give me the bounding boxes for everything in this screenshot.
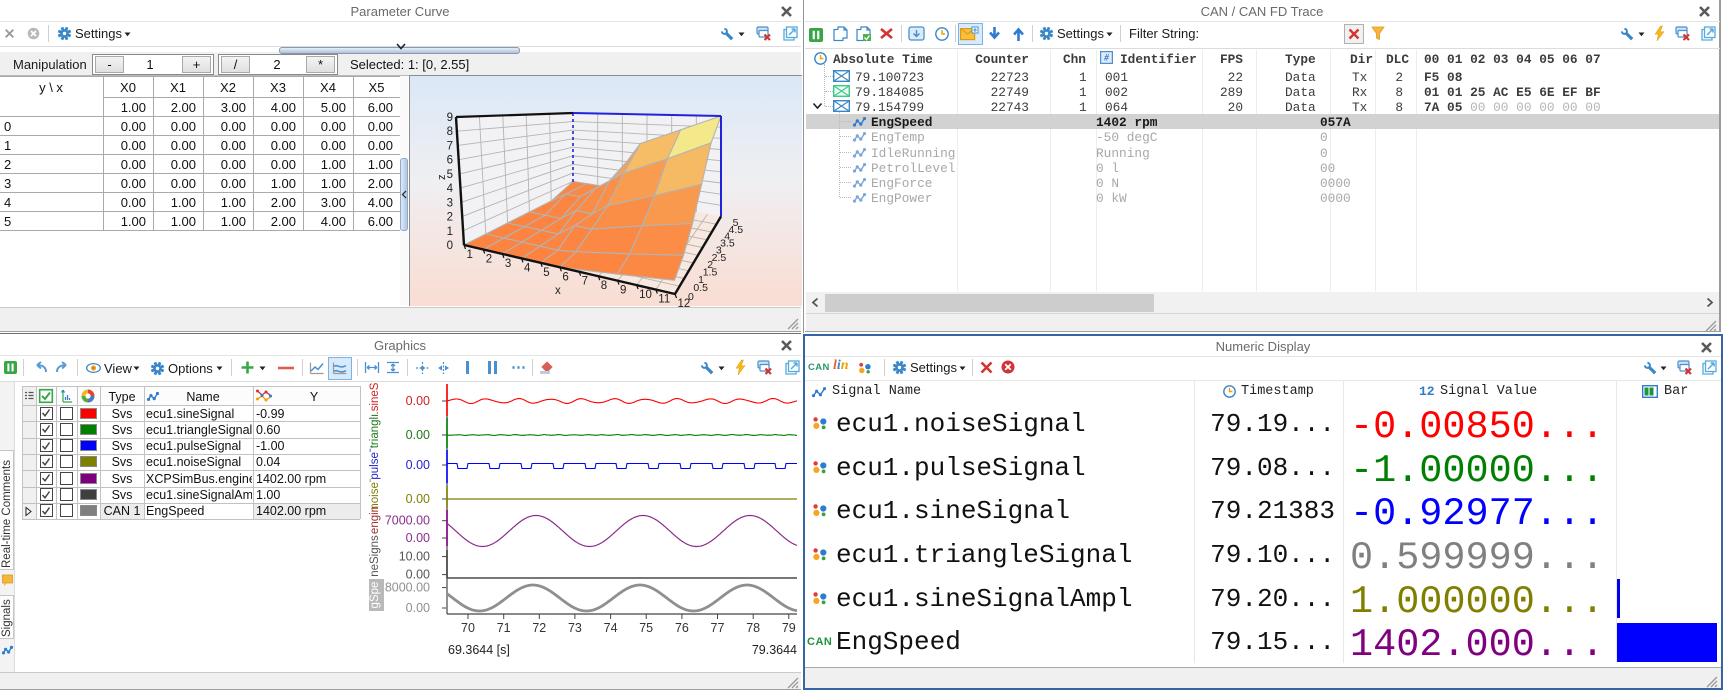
svg-text:7000.00: 7000.00 xyxy=(385,514,430,528)
svg-text:73: 73 xyxy=(568,621,582,635)
svg-text:8: 8 xyxy=(447,126,453,138)
svg-text:noiseˉ: noiseˉ xyxy=(369,478,381,509)
svg-text:76: 76 xyxy=(675,621,689,635)
svg-text:8: 8 xyxy=(601,280,607,292)
svg-text:74: 74 xyxy=(604,621,618,635)
svg-text:z: z xyxy=(436,175,448,181)
svg-text:0.00: 0.00 xyxy=(406,394,430,408)
svg-text:0.00: 0.00 xyxy=(406,601,430,615)
svg-text:10: 10 xyxy=(639,289,652,301)
svg-text:pulseˉ: pulseˉ xyxy=(369,448,381,479)
svg-text:4: 4 xyxy=(524,262,531,274)
svg-text:neSigns: neSigns xyxy=(369,535,381,577)
svg-text:3: 3 xyxy=(447,197,453,209)
svg-text:.sineS: .sineS xyxy=(369,382,381,414)
svg-text:0.00: 0.00 xyxy=(406,531,430,545)
svg-text:x: x xyxy=(555,285,561,297)
svg-text:0.00: 0.00 xyxy=(406,492,430,506)
svg-text:6: 6 xyxy=(562,271,568,283)
svg-text:8000.00: 8000.00 xyxy=(385,581,430,595)
svg-text:engin: engin xyxy=(369,506,381,534)
svg-text:79: 79 xyxy=(782,621,796,635)
svg-text:75: 75 xyxy=(639,621,653,635)
svg-text:77: 77 xyxy=(711,621,725,635)
svg-text:9: 9 xyxy=(447,112,453,124)
svg-text:69.3644 [s]: 69.3644 [s] xyxy=(448,643,510,657)
svg-text:5: 5 xyxy=(733,217,739,229)
svg-text:10.00: 10.00 xyxy=(399,550,430,564)
svg-text:gSpe: gSpe xyxy=(369,582,381,609)
svg-text:2: 2 xyxy=(486,254,492,266)
svg-text:0.00: 0.00 xyxy=(406,568,430,582)
svg-text:0: 0 xyxy=(447,240,453,252)
svg-text:70: 70 xyxy=(461,621,475,635)
svg-text:72: 72 xyxy=(532,621,546,635)
svg-text:5: 5 xyxy=(543,267,549,279)
svg-text:1: 1 xyxy=(467,249,473,261)
svg-text:0.00: 0.00 xyxy=(406,458,430,472)
svg-text:0.00: 0.00 xyxy=(406,428,430,442)
svg-text:6: 6 xyxy=(447,155,453,167)
svg-text:79.3644: 79.3644 xyxy=(752,643,797,657)
svg-text:#: # xyxy=(1103,53,1109,63)
svg-text:1: 1 xyxy=(447,226,453,238)
svg-text:71: 71 xyxy=(497,621,511,635)
svg-text:78: 78 xyxy=(746,621,760,635)
svg-text:4: 4 xyxy=(447,183,454,195)
svg-text:3: 3 xyxy=(505,258,511,270)
svg-text:11: 11 xyxy=(658,294,670,306)
svg-text:2: 2 xyxy=(447,212,453,224)
svg-text:9: 9 xyxy=(620,285,626,297)
svg-text:trianglı: trianglı xyxy=(369,414,381,449)
svg-text:7: 7 xyxy=(447,140,453,152)
svg-text:7: 7 xyxy=(582,276,588,288)
